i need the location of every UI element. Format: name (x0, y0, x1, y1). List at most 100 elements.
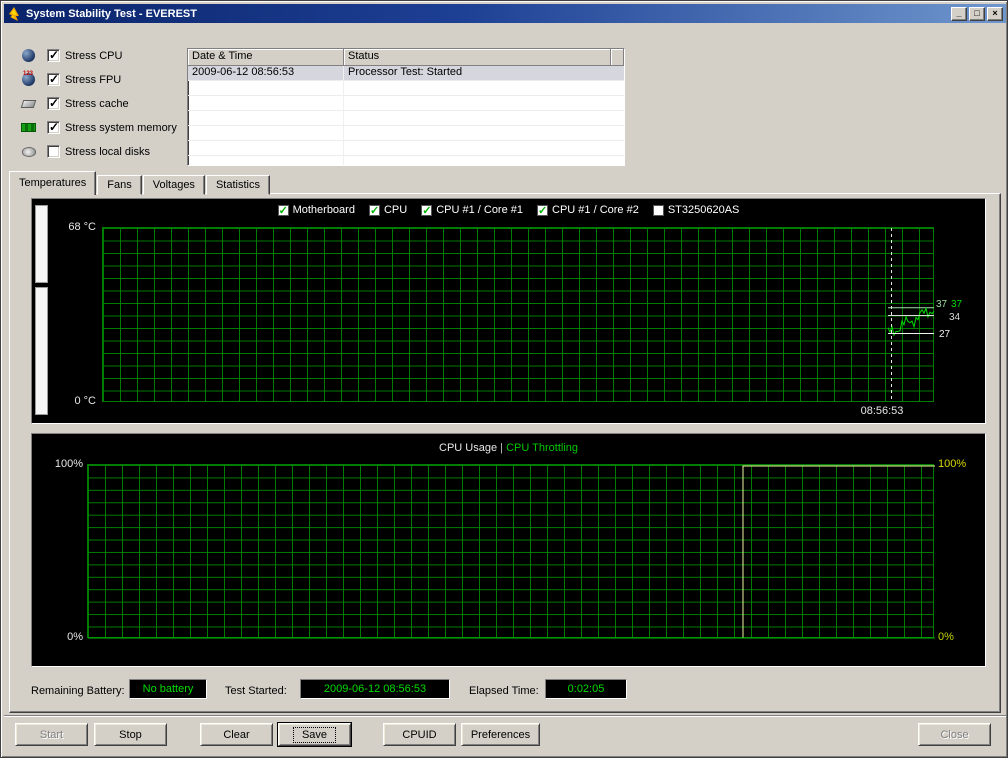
start-button: Start (15, 723, 88, 746)
test-started-value: 2009-06-12 08:56:53 (300, 679, 450, 699)
battery-value: No battery (129, 679, 207, 699)
temp-reading-core2: 27 (939, 329, 950, 340)
legend-cpu-label: CPU (384, 204, 407, 216)
stress-option-memory: Stress system memory (21, 119, 177, 136)
legend-hdd-checkbox[interactable] (653, 205, 664, 216)
cpuid-button[interactable]: CPUID (383, 723, 456, 746)
throttling-title-label: CPU Throttling (506, 442, 578, 454)
fpu-icon: 123 (21, 72, 37, 88)
clear-button[interactable]: Clear (200, 723, 273, 746)
usage-plot (87, 464, 934, 638)
tab-temperatures[interactable]: Temperatures (9, 171, 96, 195)
log-header-status[interactable]: Status (344, 49, 611, 66)
memory-icon (21, 120, 37, 136)
app-icon (7, 7, 21, 21)
stress-memory-checkbox[interactable] (47, 121, 60, 134)
stress-option-cpu: Stress CPU (21, 47, 122, 64)
usage-title-label: CPU Usage (439, 442, 497, 454)
legend-item-hdd[interactable]: ST3250620AS (653, 204, 740, 216)
log-row-empty (188, 81, 624, 96)
close-button: Close (918, 723, 991, 746)
cache-icon (21, 96, 37, 112)
log-table-header: Date & Time Status (188, 49, 624, 66)
log-row-empty (188, 141, 624, 156)
usage-series-svg (88, 465, 935, 639)
temp-time-label: 08:56:53 (847, 405, 917, 417)
usage-title-separator: | (500, 442, 503, 454)
stress-fpu-label: Stress FPU (65, 74, 121, 86)
stress-fpu-checkbox[interactable] (47, 73, 60, 86)
log-header-spacer (611, 49, 624, 66)
log-table: Date & Time Status 2009-06-12 08:56:53 P… (187, 48, 625, 166)
temp-reading-core1: 34 (949, 312, 960, 323)
legend-item-cpu[interactable]: CPU (369, 204, 407, 216)
usage-y-min-right: 0% (938, 631, 954, 643)
log-row-empty (188, 126, 624, 141)
log-cell-status: Processor Test: Started (344, 66, 624, 80)
time-cursor-line (891, 228, 892, 401)
temperature-readings: 37 37 34 27 (936, 199, 986, 423)
legend-item-motherboard[interactable]: Motherboard (278, 204, 355, 216)
stress-option-disks: Stress local disks (21, 143, 150, 160)
usage-y-max-right: 100% (938, 458, 966, 470)
tab-statistics[interactable]: Statistics (206, 175, 270, 195)
log-cell-datetime: 2009-06-12 08:56:53 (188, 66, 344, 80)
stress-disks-label: Stress local disks (65, 146, 150, 158)
disk-icon (21, 144, 37, 160)
close-window-button[interactable]: × (987, 7, 1003, 21)
save-button[interactable]: Save (278, 723, 351, 746)
temp-reading-motherboard: 37 (936, 299, 947, 310)
elapsed-time-label: Elapsed Time: (469, 685, 539, 697)
stress-cache-checkbox[interactable] (47, 97, 60, 110)
window-title: System Stability Test - EVEREST (26, 8, 951, 20)
temp-scale-slider-upper[interactable] (35, 205, 48, 283)
test-started-label: Test Started: (225, 685, 287, 697)
temp-y-max-label: 68 °C (48, 221, 96, 233)
stress-disks-checkbox[interactable] (47, 145, 60, 158)
tab-strip: Temperatures Fans Voltages Statistics (9, 171, 271, 195)
restore-button[interactable]: □ (969, 7, 985, 21)
usage-y-min-left: 0% (35, 631, 83, 643)
usage-y-max-left: 100% (35, 458, 83, 470)
log-row-empty (188, 96, 624, 111)
temp-y-min-label: 0 °C (48, 395, 96, 407)
temperature-chart-panel: Motherboard CPU CPU #1 / Core #1 CPU #1 … (31, 198, 986, 424)
legend-hdd-label: ST3250620AS (668, 204, 740, 216)
legend-item-core2[interactable]: CPU #1 / Core #2 (537, 204, 639, 216)
tab-voltages[interactable]: Voltages (143, 175, 205, 195)
legend-core1-label: CPU #1 / Core #1 (436, 204, 523, 216)
legend-core2-label: CPU #1 / Core #2 (552, 204, 639, 216)
preferences-button[interactable]: Preferences (461, 723, 540, 746)
stress-memory-label: Stress system memory (65, 122, 177, 134)
legend-cpu-checkbox[interactable] (369, 205, 380, 216)
stress-option-fpu: 123 Stress FPU (21, 71, 121, 88)
temp-scale-slider-lower[interactable] (35, 287, 48, 415)
legend-core2-checkbox[interactable] (537, 205, 548, 216)
usage-chart-panel: CPU Usage | CPU Throttling 100% 0% 100% … (31, 433, 986, 667)
stop-button[interactable]: Stop (94, 723, 167, 746)
cpu-icon (21, 48, 37, 64)
log-row-empty (188, 156, 624, 166)
temperature-legend: Motherboard CPU CPU #1 / Core #1 CPU #1 … (32, 204, 985, 216)
stress-cpu-label: Stress CPU (65, 50, 122, 62)
log-row-empty (188, 111, 624, 126)
elapsed-time-value: 0:02:05 (545, 679, 627, 699)
legend-motherboard-label: Motherboard (293, 204, 355, 216)
legend-item-core1[interactable]: CPU #1 / Core #1 (421, 204, 523, 216)
stress-cpu-checkbox[interactable] (47, 49, 60, 62)
tab-fans[interactable]: Fans (97, 175, 141, 195)
legend-motherboard-checkbox[interactable] (278, 205, 289, 216)
usage-chart-title: CPU Usage | CPU Throttling (32, 442, 985, 454)
minimize-button[interactable]: _ (951, 7, 967, 21)
battery-label: Remaining Battery: (31, 685, 125, 697)
window: System Stability Test - EVEREST _ □ × St… (0, 0, 1008, 758)
titlebar[interactable]: System Stability Test - EVEREST _ □ × (4, 4, 1006, 23)
log-row[interactable]: 2009-06-12 08:56:53 Processor Test: Star… (188, 66, 624, 81)
stress-option-cache: Stress cache (21, 95, 129, 112)
temperature-plot (102, 227, 934, 402)
legend-core1-checkbox[interactable] (421, 205, 432, 216)
stress-cache-label: Stress cache (65, 98, 129, 110)
log-header-datetime[interactable]: Date & Time (188, 49, 344, 66)
temp-reading-cpu: 37 (951, 299, 962, 310)
temp-series-svg (103, 228, 935, 403)
